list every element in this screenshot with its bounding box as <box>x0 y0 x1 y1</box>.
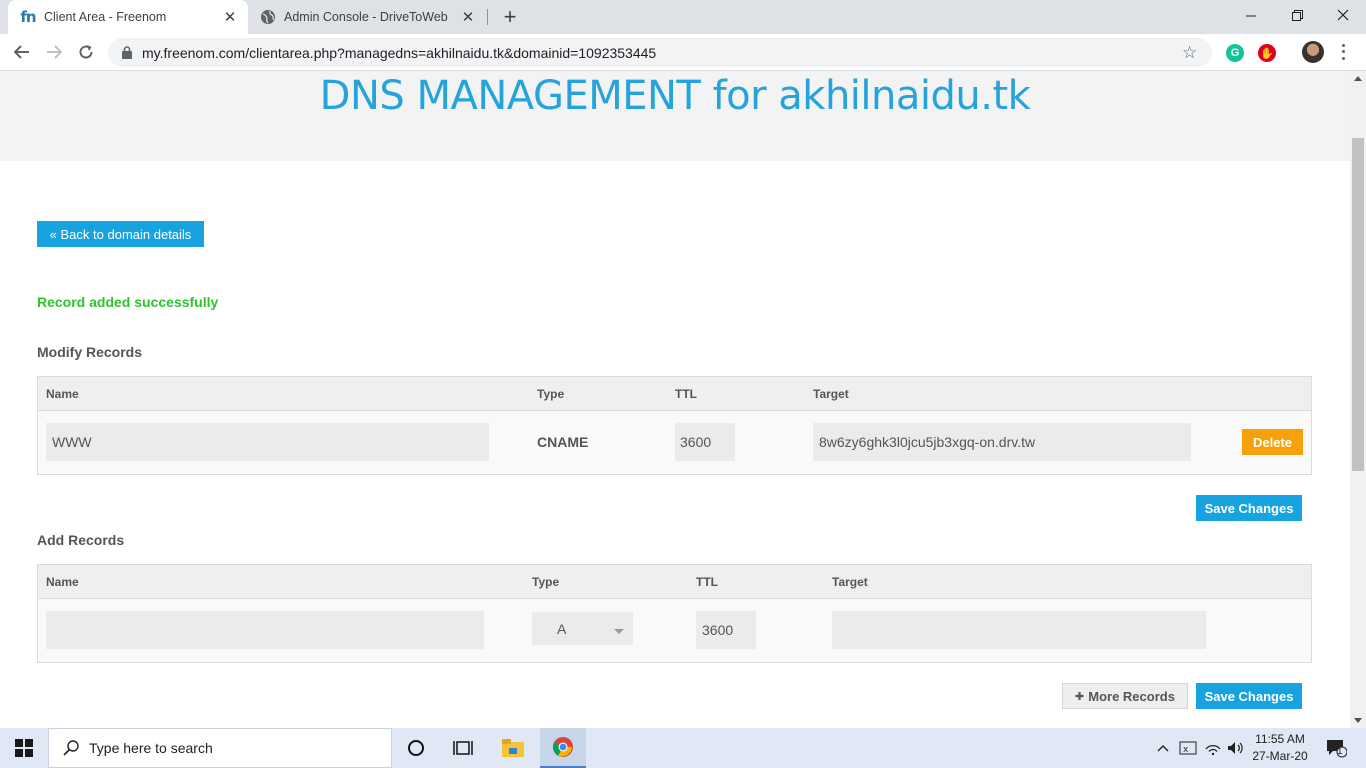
table-row: A 3600 <box>38 599 1311 661</box>
chrome-icon[interactable] <box>540 728 586 768</box>
table-header: Name Type TTL Target <box>38 565 1311 599</box>
browser-toolbar: my.freenom.com/clientarea.php?managedns=… <box>0 34 1366 71</box>
page-header-banner: DNS MANAGEMENT for akhilnaidu.tk <box>0 71 1350 161</box>
table-row: WWW CNAME 3600 8w6zy6ghk3l0jcu5jb3xgq-on… <box>38 411 1311 473</box>
new-tab-button[interactable]: + <box>498 4 522 29</box>
wifi-icon[interactable] <box>1203 728 1223 768</box>
back-arrow-icon[interactable] <box>8 38 36 66</box>
notifications-icon[interactable]: 1 <box>1322 728 1350 768</box>
column-header-type: Type <box>537 387 565 401</box>
tab-title: Admin Console - DriveToWeb <box>284 10 448 24</box>
new-record-ttl-input[interactable]: 3600 <box>696 611 756 649</box>
chevron-down-icon <box>614 629 624 634</box>
svg-text:x: x <box>1183 745 1189 755</box>
forward-arrow-icon[interactable] <box>40 38 68 66</box>
tab-admin-console[interactable]: Admin Console - DriveToWeb ✕ <box>250 0 486 34</box>
save-changes-button[interactable]: Save Changes <box>1196 683 1302 709</box>
lock-icon <box>120 46 134 60</box>
more-records-label: More Records <box>1088 688 1175 704</box>
browser-tab-strip: fn Client Area - Freenom ✕ Admin Console… <box>0 0 1366 34</box>
taskbar-search-box[interactable]: Type here to search <box>48 728 392 768</box>
column-header-type: Type <box>532 575 560 589</box>
column-header-target: Target <box>813 387 849 401</box>
input-method-icon[interactable]: x <box>1178 728 1198 768</box>
volume-icon[interactable] <box>1226 728 1246 768</box>
column-header-name: Name <box>46 575 79 589</box>
notification-count: 1 <box>1337 746 1343 757</box>
column-header-name: Name <box>46 387 79 401</box>
modify-records-table: Name Type TTL Target WWW CNAME 3600 8w6z… <box>37 376 1312 475</box>
tab-title: Client Area - Freenom <box>44 10 167 24</box>
windows-start-icon[interactable] <box>0 728 48 768</box>
modify-records-title: Modify Records <box>37 344 143 360</box>
success-message: Record added successfully <box>37 294 219 310</box>
back-to-domain-details-button[interactable]: « Back to domain details <box>37 221 204 247</box>
minimize-icon[interactable] <box>1228 0 1274 30</box>
record-ttl-field[interactable]: 3600 <box>675 423 735 461</box>
address-bar[interactable]: my.freenom.com/clientarea.php?managedns=… <box>108 38 1212 67</box>
delete-record-button[interactable]: Delete <box>1242 429 1303 455</box>
scroll-up-icon[interactable] <box>1354 76 1362 81</box>
scrollbar-thumb[interactable] <box>1352 138 1364 471</box>
add-records-table: Name Type TTL Target A 3600 <box>37 564 1312 663</box>
page-viewport: DNS MANAGEMENT for akhilnaidu.tk « Back … <box>0 71 1350 728</box>
table-header: Name Type TTL Target <box>38 377 1311 411</box>
clock-time: 11:55 AM <box>1255 732 1305 746</box>
record-type-value: CNAME <box>537 434 589 450</box>
add-records-title: Add Records <box>37 532 125 548</box>
browser-menu-icon[interactable] <box>1338 42 1348 62</box>
plus-icon: ✚ <box>1075 690 1085 703</box>
save-changes-button[interactable]: Save Changes <box>1196 495 1302 521</box>
grammarly-icon[interactable]: G <box>1226 44 1244 62</box>
bookmark-star-icon[interactable]: ☆ <box>1182 43 1202 63</box>
new-record-target-input[interactable] <box>832 611 1206 649</box>
chevron-up-icon[interactable] <box>1154 728 1172 768</box>
scroll-down-icon[interactable] <box>1354 718 1362 723</box>
windows-taskbar: Type here to search x 11:55 AM 27-Mar-20… <box>0 728 1366 768</box>
reload-icon[interactable] <box>72 38 100 66</box>
globe-icon <box>260 9 276 25</box>
column-header-ttl: TTL <box>675 387 697 401</box>
restore-icon[interactable] <box>1274 0 1320 30</box>
tab-close-icon[interactable]: ✕ <box>220 7 240 27</box>
record-type-selected: A <box>557 620 567 637</box>
tab-client-area[interactable]: fn Client Area - Freenom ✕ <box>8 0 248 34</box>
search-icon <box>61 738 81 758</box>
page-title: DNS MANAGEMENT for akhilnaidu.tk <box>319 73 1031 119</box>
more-records-button[interactable]: ✚ More Records <box>1062 683 1188 709</box>
record-type-select[interactable]: A <box>532 612 633 645</box>
column-header-target: Target <box>832 575 868 589</box>
cortana-icon[interactable] <box>393 728 439 768</box>
column-header-ttl: TTL <box>696 575 718 589</box>
record-target-field[interactable]: 8w6zy6ghk3l0jcu5jb3xgq-on.drv.tw <box>813 423 1191 461</box>
profile-avatar[interactable] <box>1302 41 1324 63</box>
record-name-field[interactable]: WWW <box>46 423 489 461</box>
clock-date: 27-Mar-20 <box>1252 749 1308 763</box>
adblock-icon[interactable]: ✋ <box>1258 44 1276 62</box>
new-record-name-input[interactable] <box>46 611 484 649</box>
task-view-icon[interactable] <box>440 728 486 768</box>
tab-close-icon[interactable]: ✕ <box>458 7 478 27</box>
vertical-scrollbar[interactable] <box>1350 71 1366 728</box>
taskbar-clock[interactable]: 11:55 AM 27-Mar-20 <box>1248 731 1312 765</box>
tab-separator <box>487 9 488 25</box>
search-placeholder: Type here to search <box>89 740 213 756</box>
freenom-favicon-icon: fn <box>20 8 36 26</box>
url-text: my.freenom.com/clientarea.php?managedns=… <box>142 44 657 61</box>
close-icon[interactable] <box>1320 0 1366 30</box>
file-explorer-icon[interactable] <box>490 728 536 768</box>
